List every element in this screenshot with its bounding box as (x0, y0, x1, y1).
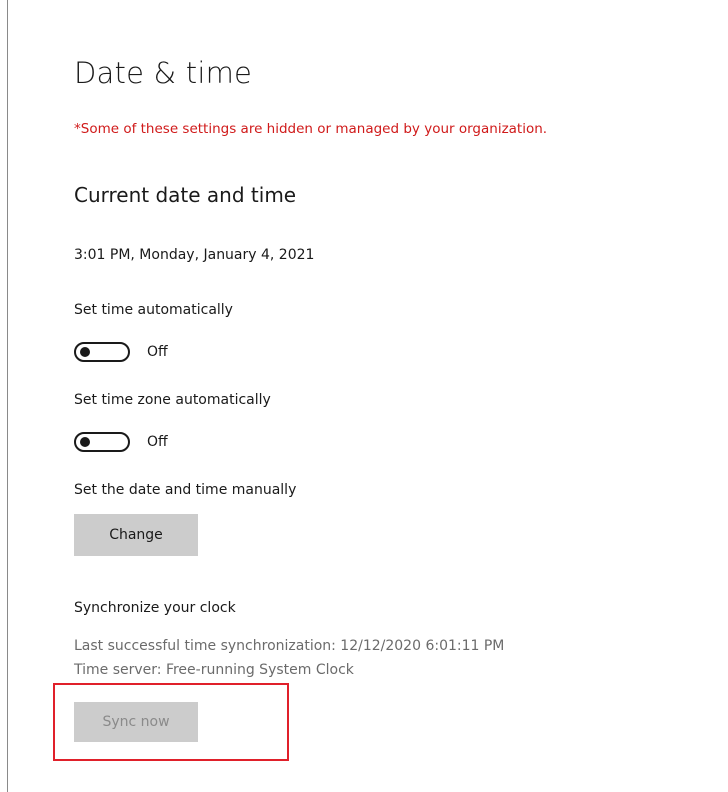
pane-divider (7, 0, 8, 792)
page-title: Date & time (74, 56, 253, 90)
current-date-time-value: 3:01 PM, Monday, January 4, 2021 (74, 247, 315, 263)
org-managed-notice: *Some of these settings are hidden or ma… (74, 121, 548, 137)
last-sync-info: Last successful time synchronization: 12… (74, 638, 505, 654)
sync-now-button[interactable]: Sync now (74, 702, 198, 742)
settings-page: Date & time *Some of these settings are … (0, 0, 728, 792)
set-timezone-auto-row: Off (74, 430, 168, 454)
current-date-time-heading: Current date and time (74, 183, 297, 207)
time-server-info: Time server: Free-running System Clock (74, 662, 354, 678)
set-timezone-auto-toggle[interactable] (74, 432, 130, 452)
set-timezone-auto-label: Set time zone automatically (74, 392, 271, 408)
toggle-knob (80, 437, 90, 447)
set-manually-label: Set the date and time manually (74, 482, 297, 498)
change-button[interactable]: Change (74, 514, 198, 556)
set-time-auto-label: Set time automatically (74, 302, 233, 318)
set-time-auto-row: Off (74, 340, 168, 364)
set-time-auto-toggle[interactable] (74, 342, 130, 362)
toggle-knob (80, 347, 90, 357)
sync-clock-label: Synchronize your clock (74, 600, 236, 616)
set-timezone-auto-state: Off (147, 434, 168, 450)
set-time-auto-state: Off (147, 344, 168, 360)
